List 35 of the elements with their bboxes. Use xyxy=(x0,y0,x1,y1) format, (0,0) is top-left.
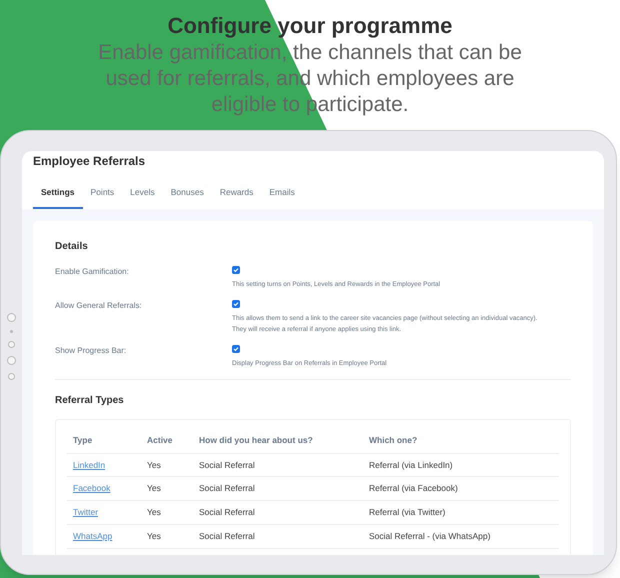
tab[interactable]: Bonuses xyxy=(162,186,212,209)
section-title: Details xyxy=(55,240,89,254)
table-cell: Social Referral xyxy=(193,500,363,524)
referral-type-link[interactable]: Twitter xyxy=(73,507,98,517)
table-cell: Social Referral xyxy=(193,476,363,500)
table-cell: Yes xyxy=(141,476,193,500)
table-cell: Referral (via Facebook) xyxy=(363,476,559,500)
table-cell: Social Referral - (via WhatsApp) xyxy=(363,524,559,548)
table-cell: Yes xyxy=(141,453,193,477)
checkbox[interactable] xyxy=(232,300,240,308)
table-cell: Yes xyxy=(141,500,193,524)
tab[interactable]: Levels xyxy=(122,186,163,209)
referral-type-link[interactable]: LinkedIn xyxy=(73,460,106,470)
setting-label: Allow General Referrals: xyxy=(55,300,143,312)
tab[interactable]: Emails xyxy=(261,186,303,209)
table-cell: Referral (via Twitter) xyxy=(363,500,559,524)
headline: Configure your programme xyxy=(168,12,452,40)
table-cell: Social Referral xyxy=(193,524,363,548)
section-title: Referral Types xyxy=(55,394,125,408)
tab[interactable]: Rewards xyxy=(212,186,262,209)
tab[interactable]: Points xyxy=(82,186,122,209)
setting-label: Show Progress Bar: xyxy=(55,344,128,357)
referral-type-link[interactable]: WhatsApp xyxy=(73,530,112,541)
column-header: Active xyxy=(141,428,193,453)
column-header: How did you hear about us? xyxy=(193,428,363,453)
checkbox[interactable] xyxy=(232,344,240,353)
page-title: Employee Referrals xyxy=(32,153,146,170)
setting-label: Enable Gamification: xyxy=(55,266,130,278)
table-cell: Referral (via LinkedIn) xyxy=(363,453,559,477)
checkbox[interactable] xyxy=(232,266,240,274)
table-cell: Social Referral xyxy=(193,453,363,477)
referral-type-link[interactable]: Facebook xyxy=(73,483,110,494)
table-cell: Yes xyxy=(141,524,193,548)
column-header: Which one? xyxy=(363,428,559,453)
column-header: Type xyxy=(67,428,141,453)
